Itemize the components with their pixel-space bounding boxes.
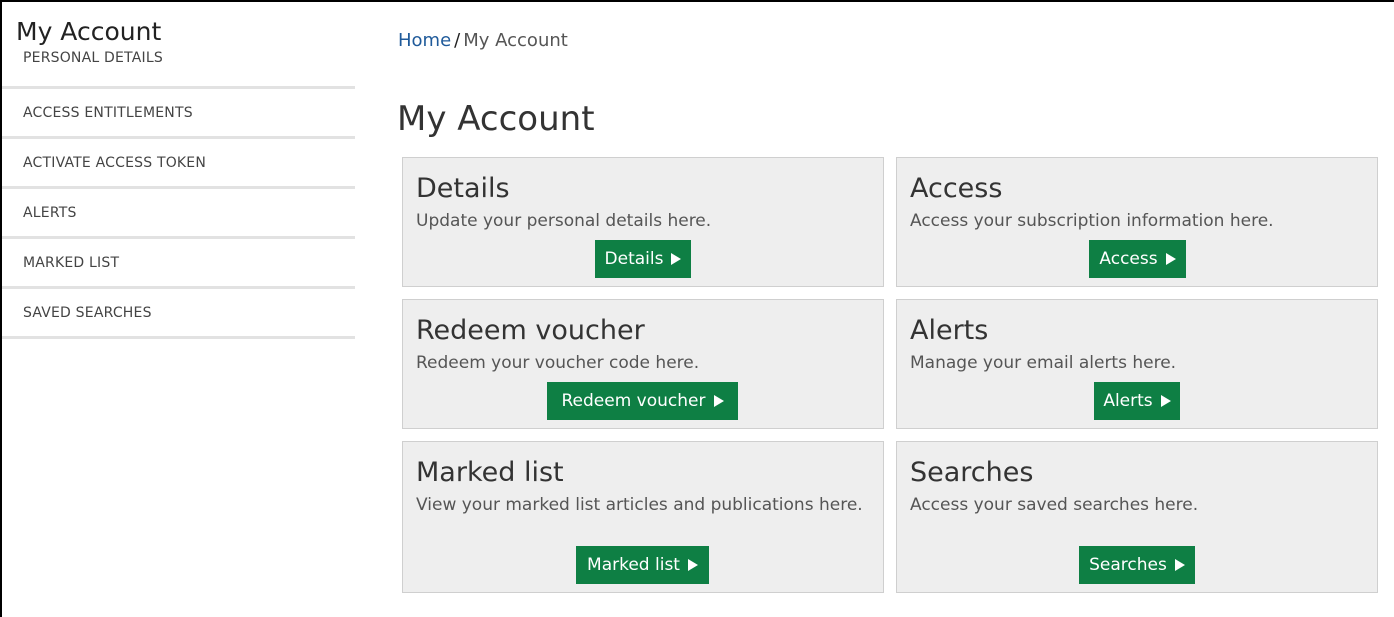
card-marked-list: Marked list View your marked list articl… bbox=[402, 441, 884, 593]
card-title: Access bbox=[910, 173, 1003, 204]
sidebar: My Account PERSONAL DETAILS ACCESS ENTIT… bbox=[2, 14, 355, 339]
alerts-button[interactable]: Alerts bbox=[1094, 382, 1180, 420]
redeem-voucher-button[interactable]: Redeem voucher bbox=[547, 382, 738, 420]
button-label: Marked list bbox=[587, 555, 680, 575]
button-label: Alerts bbox=[1103, 391, 1153, 411]
breadcrumb-home-link[interactable]: Home bbox=[398, 30, 451, 51]
sidebar-item-access-entitlements[interactable]: ACCESS ENTITLEMENTS bbox=[2, 89, 355, 139]
card-title: Details bbox=[416, 173, 510, 204]
sidebar-item-alerts[interactable]: ALERTS bbox=[2, 189, 355, 239]
sidebar-item-saved-searches[interactable]: SAVED SEARCHES bbox=[2, 289, 355, 339]
sidebar-item-activate-access-token[interactable]: ACTIVATE ACCESS TOKEN bbox=[2, 139, 355, 189]
play-arrow-icon bbox=[687, 559, 698, 571]
card-redeem-voucher: Redeem voucher Redeem your voucher code … bbox=[402, 299, 884, 429]
card-title: Marked list bbox=[416, 457, 564, 488]
breadcrumb: Home / My Account bbox=[398, 30, 568, 51]
searches-button[interactable]: Searches bbox=[1079, 546, 1195, 584]
play-arrow-icon bbox=[713, 395, 724, 407]
card-description: View your marked list articles and publi… bbox=[416, 495, 863, 515]
button-label: Redeem voucher bbox=[561, 391, 706, 411]
sidebar-list: PERSONAL DETAILS ACCESS ENTITLEMENTS ACT… bbox=[2, 50, 355, 339]
card-details: Details Update your personal details her… bbox=[402, 157, 884, 287]
card-access: Access Access your subscription informat… bbox=[896, 157, 1378, 287]
play-arrow-icon bbox=[1174, 559, 1185, 571]
button-label: Access bbox=[1099, 249, 1158, 269]
play-arrow-icon bbox=[671, 253, 682, 265]
play-arrow-icon bbox=[1160, 395, 1171, 407]
marked-list-button[interactable]: Marked list bbox=[576, 546, 709, 584]
sidebar-title: My Account bbox=[16, 17, 162, 46]
page-title: My Account bbox=[397, 99, 595, 139]
card-searches: Searches Access your saved searches here… bbox=[896, 441, 1378, 593]
breadcrumb-current: My Account bbox=[463, 30, 568, 51]
card-description: Update your personal details here. bbox=[416, 211, 712, 231]
play-arrow-icon bbox=[1165, 253, 1176, 265]
card-title: Alerts bbox=[910, 315, 989, 346]
card-title: Searches bbox=[910, 457, 1034, 488]
card-description: Access your subscription information her… bbox=[910, 211, 1274, 231]
breadcrumb-separator: / bbox=[454, 30, 461, 51]
access-button[interactable]: Access bbox=[1089, 240, 1186, 278]
card-description: Redeem your voucher code here. bbox=[416, 353, 700, 373]
details-button[interactable]: Details bbox=[595, 240, 691, 278]
sidebar-item-marked-list[interactable]: MARKED LIST bbox=[2, 239, 355, 289]
card-alerts: Alerts Manage your email alerts here. Al… bbox=[896, 299, 1378, 429]
sidebar-item-personal-details[interactable]: PERSONAL DETAILS bbox=[2, 50, 355, 89]
card-title: Redeem voucher bbox=[416, 315, 645, 346]
card-description: Access your saved searches here. bbox=[910, 495, 1199, 515]
button-label: Searches bbox=[1089, 555, 1167, 575]
button-label: Details bbox=[604, 249, 664, 269]
card-description: Manage your email alerts here. bbox=[910, 353, 1177, 373]
